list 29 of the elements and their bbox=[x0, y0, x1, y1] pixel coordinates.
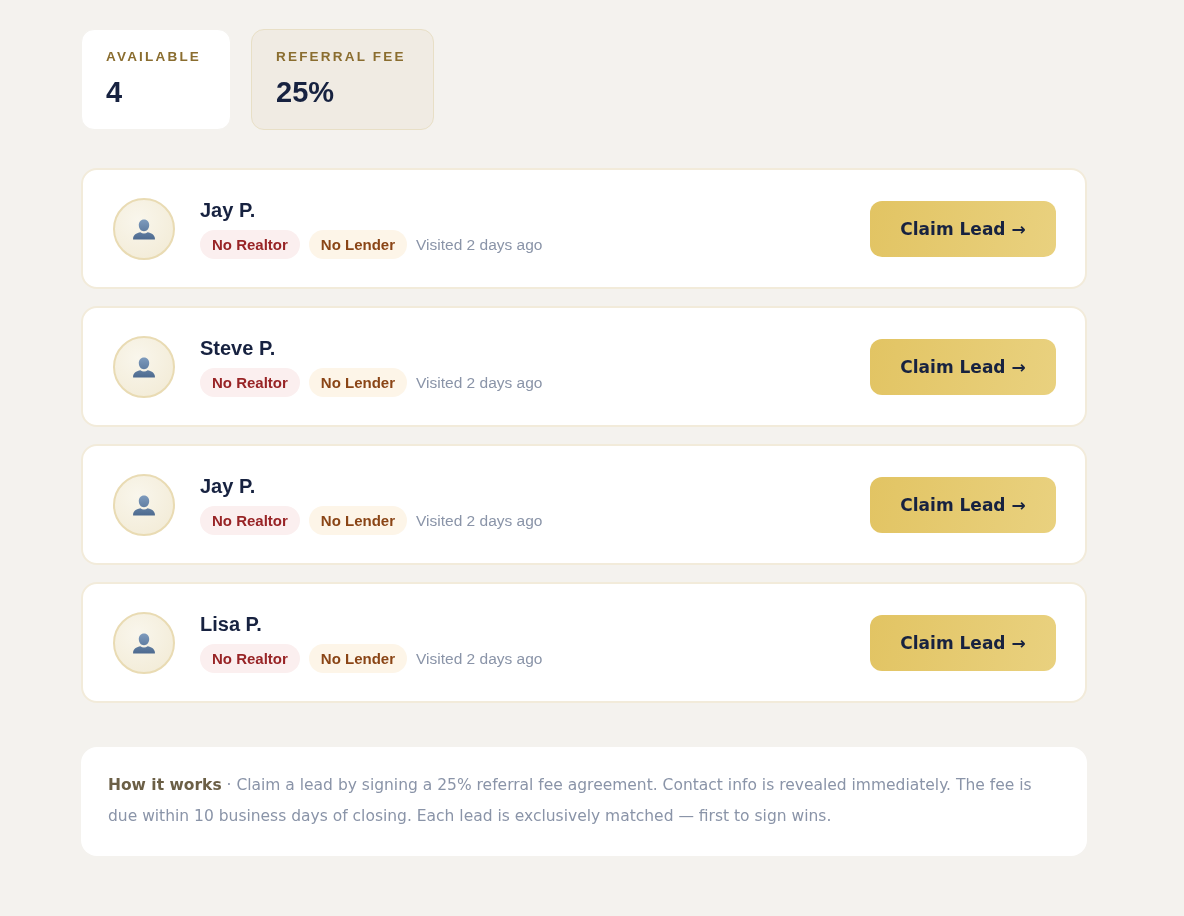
person-avatar-icon bbox=[113, 473, 175, 536]
realtor-status-tag: No Realtor bbox=[200, 368, 300, 397]
stat-label: AVAILABLE bbox=[106, 49, 203, 65]
lender-status-tag: No Lender bbox=[308, 230, 408, 259]
lender-status-tag: No Lender bbox=[308, 644, 408, 673]
person-avatar-icon bbox=[113, 197, 175, 260]
lead-name: Steve P. bbox=[200, 336, 276, 360]
last-visit-text: Visited 2 days ago bbox=[416, 511, 543, 530]
lender-status-tag: No Lender bbox=[308, 506, 408, 535]
how-it-works-text: How it works · Claim a lead by signing a 25% referral fee agreement. Contact info is revealed immediately. The fee is due within 10 business days of closing. Each lead is exclusively matched — first to sign wins. bbox=[108, 775, 1033, 827]
lead-name: Lisa P. bbox=[200, 612, 262, 636]
stat-value: 25% bbox=[276, 75, 336, 109]
person-avatar-icon bbox=[113, 335, 175, 398]
stat-label: REFERRAL FEE bbox=[276, 49, 407, 65]
realtor-status-tag: No Realtor bbox=[200, 230, 300, 259]
last-visit-text: Visited 2 days ago bbox=[416, 649, 543, 668]
last-visit-text: Visited 2 days ago bbox=[416, 235, 543, 254]
person-avatar-icon bbox=[113, 611, 175, 674]
lead-name: Jay P. bbox=[200, 198, 256, 222]
claim-lead-button[interactable]: Claim Lead → bbox=[870, 200, 1056, 257]
stat-value: 4 bbox=[106, 75, 124, 109]
lead-name: Jay P. bbox=[200, 474, 256, 498]
claim-lead-button[interactable]: Claim Lead → bbox=[870, 476, 1056, 533]
claim-lead-button[interactable]: Claim Lead → bbox=[870, 338, 1056, 395]
last-visit-text: Visited 2 days ago bbox=[416, 373, 543, 392]
realtor-status-tag: No Realtor bbox=[200, 506, 300, 535]
claim-lead-button[interactable]: Claim Lead → bbox=[870, 614, 1056, 671]
realtor-status-tag: No Realtor bbox=[200, 644, 300, 673]
lender-status-tag: No Lender bbox=[308, 368, 408, 397]
